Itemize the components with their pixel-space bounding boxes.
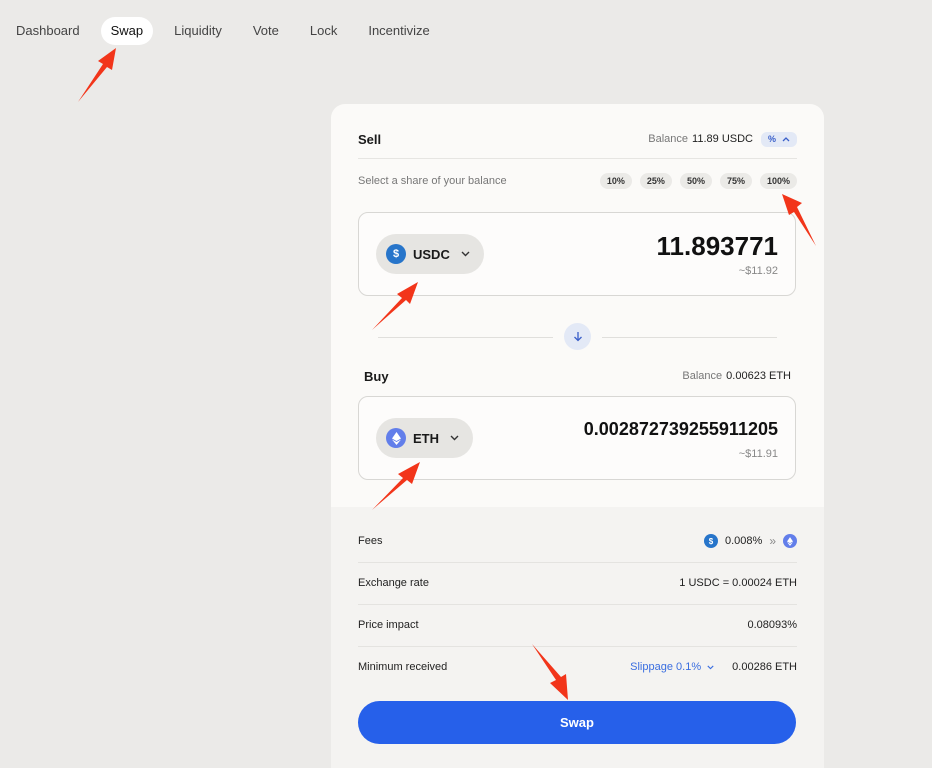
buy-token-symbol: ETH — [413, 430, 439, 446]
details-separator — [358, 604, 797, 605]
chevron-down-icon — [707, 665, 714, 670]
nav-vote[interactable]: Vote — [243, 17, 289, 45]
fees-row: Fees $ 0.008% » — [358, 533, 797, 549]
price-impact-value: 0.08093% — [747, 619, 797, 631]
buy-balance: Balance 0.00623 ETH — [682, 370, 791, 382]
share-chip-75[interactable]: 75% — [719, 173, 752, 189]
exchange-rate-value: 1 USDC = 0.00024 ETH — [679, 577, 797, 589]
annotation-arrow-icon — [78, 48, 116, 102]
top-nav: Dashboard Swap Liquidity Vote Lock Incen… — [6, 17, 451, 45]
swap-button[interactable]: Swap — [358, 701, 796, 744]
switch-line-right — [602, 337, 777, 338]
sell-balance-value: 11.89 USDC — [692, 133, 753, 145]
eth-icon — [386, 428, 406, 448]
slippage-label: Slippage 0.1% — [630, 661, 702, 673]
sell-token-selector[interactable]: $ USDC — [376, 234, 484, 274]
nav-incentivize[interactable]: Incentivize — [358, 17, 439, 45]
sell-amount-usd: ~$11.92 — [738, 265, 778, 277]
chevron-down-icon — [450, 435, 459, 441]
share-hint: Select a share of your balance — [358, 175, 507, 187]
nav-dashboard[interactable]: Dashboard — [6, 17, 90, 45]
details-separator — [358, 562, 797, 563]
usdc-icon: $ — [704, 534, 718, 548]
buy-token-box[interactable]: ETH 0.002872739255911205 ~$11.91 — [358, 396, 796, 480]
slippage-dropdown[interactable]: Slippage 0.1% — [630, 661, 714, 673]
buy-token-selector[interactable]: ETH — [376, 418, 473, 458]
minimum-received-value: 0.00286 ETH — [732, 661, 797, 673]
buy-amount: 0.002872739255911205 — [583, 419, 778, 439]
minimum-received-label: Minimum received — [358, 661, 448, 673]
switch-direction-button[interactable] — [564, 323, 591, 350]
sell-divider — [358, 158, 797, 159]
arrow-down-icon — [573, 332, 582, 342]
swap-card: Sell Balance 11.89 USDC % Select a share… — [331, 104, 824, 768]
buy-balance-label: Balance — [682, 370, 723, 382]
sell-token-box[interactable]: $ USDC 11.893771 ~$11.92 — [358, 212, 796, 296]
details-separator — [358, 646, 797, 647]
sell-balance: Balance 11.89 USDC % — [648, 131, 797, 147]
sell-token-symbol: USDC — [413, 246, 450, 262]
buy-header: Buy Balance 0.00623 ETH — [358, 368, 797, 384]
chevron-up-icon — [782, 137, 790, 142]
sell-amount-input[interactable]: 11.893771 — [657, 231, 778, 262]
price-impact-row: Price impact 0.08093% — [358, 617, 797, 633]
minimum-received-row: Minimum received Slippage 0.1% 0.00286 E… — [358, 659, 797, 675]
exchange-rate-row: Exchange rate 1 USDC = 0.00024 ETH — [358, 575, 797, 591]
share-row: Select a share of your balance 10% 25% 5… — [358, 172, 797, 190]
usdc-icon: $ — [386, 244, 406, 264]
minimum-received-group: Slippage 0.1% 0.00286 ETH — [630, 661, 797, 673]
share-chip-50[interactable]: 50% — [679, 173, 712, 189]
switch-line-left — [378, 337, 553, 338]
share-chip-25[interactable]: 25% — [639, 173, 672, 189]
buy-balance-value: 0.00623 ETH — [726, 370, 791, 382]
share-chip-100[interactable]: 100% — [759, 173, 797, 189]
fees-label: Fees — [358, 535, 383, 547]
chevron-down-icon — [461, 251, 470, 257]
sell-header: Sell Balance 11.89 USDC % — [358, 131, 797, 147]
share-chip-10[interactable]: 10% — [599, 173, 632, 189]
share-toggle-label: % — [767, 134, 776, 144]
fees-value-group: $ 0.008% » — [704, 534, 797, 548]
nav-lock[interactable]: Lock — [300, 17, 347, 45]
nav-liquidity[interactable]: Liquidity — [164, 17, 232, 45]
buy-label: Buy — [364, 368, 389, 384]
double-chevron-right-icon: » — [769, 534, 776, 548]
buy-amount-usd: ~$11.91 — [738, 448, 778, 460]
share-chips: 10% 25% 50% 75% 100% — [599, 173, 797, 189]
nav-swap[interactable]: Swap — [100, 17, 154, 45]
fees-value: 0.008% — [725, 535, 763, 547]
share-toggle-button[interactable]: % — [760, 131, 797, 147]
sell-label: Sell — [358, 131, 382, 147]
sell-balance-label: Balance — [648, 133, 689, 145]
exchange-rate-label: Exchange rate — [358, 577, 429, 589]
price-impact-label: Price impact — [358, 619, 419, 631]
eth-icon — [783, 534, 797, 548]
